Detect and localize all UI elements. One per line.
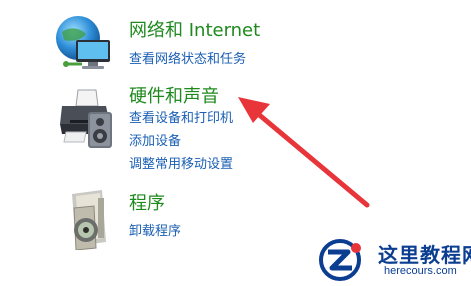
category-network-internet: 网络和 Internet 查看网络状态和任务 <box>0 0 471 84</box>
view-network-status-link[interactable]: 查看网络状态和任务 <box>129 52 246 68</box>
network-internet-title[interactable]: 网络和 Internet <box>129 20 260 42</box>
watermark-title: 这里教程网 <box>378 243 471 267</box>
view-devices-printers-link[interactable]: 查看设备和打印机 <box>129 111 233 127</box>
hardware-sound-title[interactable]: 硬件和声音 <box>129 86 219 108</box>
category-hardware-sound: 硬件和声音 查看设备和打印机 添加设备 调整常用移动设置 <box>0 84 471 180</box>
programs-title[interactable]: 程序 <box>129 193 165 215</box>
add-device-link[interactable]: 添加设备 <box>129 134 181 150</box>
watermark-url: herecours.com <box>384 265 457 277</box>
mobility-settings-link[interactable]: 调整常用移动设置 <box>129 157 233 173</box>
printer-icon[interactable] <box>52 84 118 156</box>
watermark-logo <box>319 239 361 281</box>
uninstall-program-link[interactable]: 卸载程序 <box>129 224 181 240</box>
programs-disc-icon[interactable] <box>62 188 116 251</box>
network-globe-icon[interactable] <box>52 14 116 74</box>
